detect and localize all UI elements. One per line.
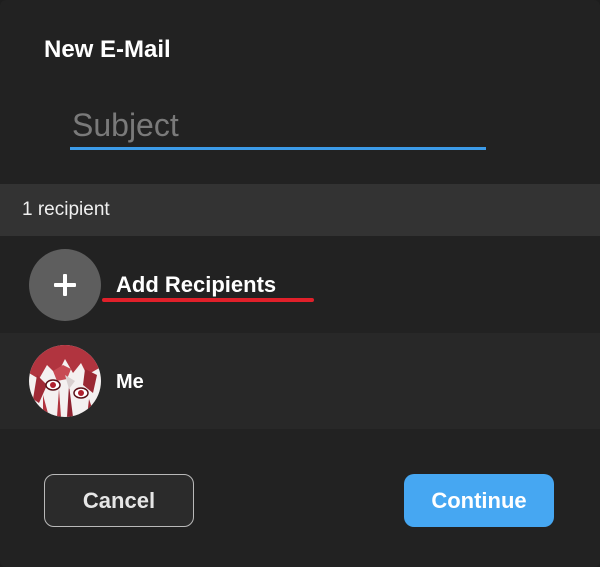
- red-underline-annotation: [102, 298, 314, 302]
- recipient-item[interactable]: Me: [0, 333, 600, 429]
- add-recipients-button[interactable]: [29, 249, 101, 321]
- add-recipients-label[interactable]: Add Recipients: [116, 272, 276, 298]
- plus-icon: [54, 274, 76, 296]
- new-email-dialog: New E-Mail 1 recipient Add Recipients: [0, 0, 600, 567]
- add-recipients-row[interactable]: Add Recipients: [0, 237, 600, 333]
- recipient-count-label: 1 recipient: [22, 199, 110, 220]
- recipient-name: Me: [116, 371, 144, 393]
- anime-avatar-icon: [29, 345, 101, 417]
- avatar: [29, 345, 101, 417]
- dialog-title: New E-Mail: [44, 36, 171, 63]
- continue-button[interactable]: Continue: [404, 474, 554, 527]
- subject-input[interactable]: [70, 104, 486, 150]
- cancel-button[interactable]: Cancel: [44, 474, 194, 527]
- recipient-count-bar: 1 recipient: [0, 184, 600, 236]
